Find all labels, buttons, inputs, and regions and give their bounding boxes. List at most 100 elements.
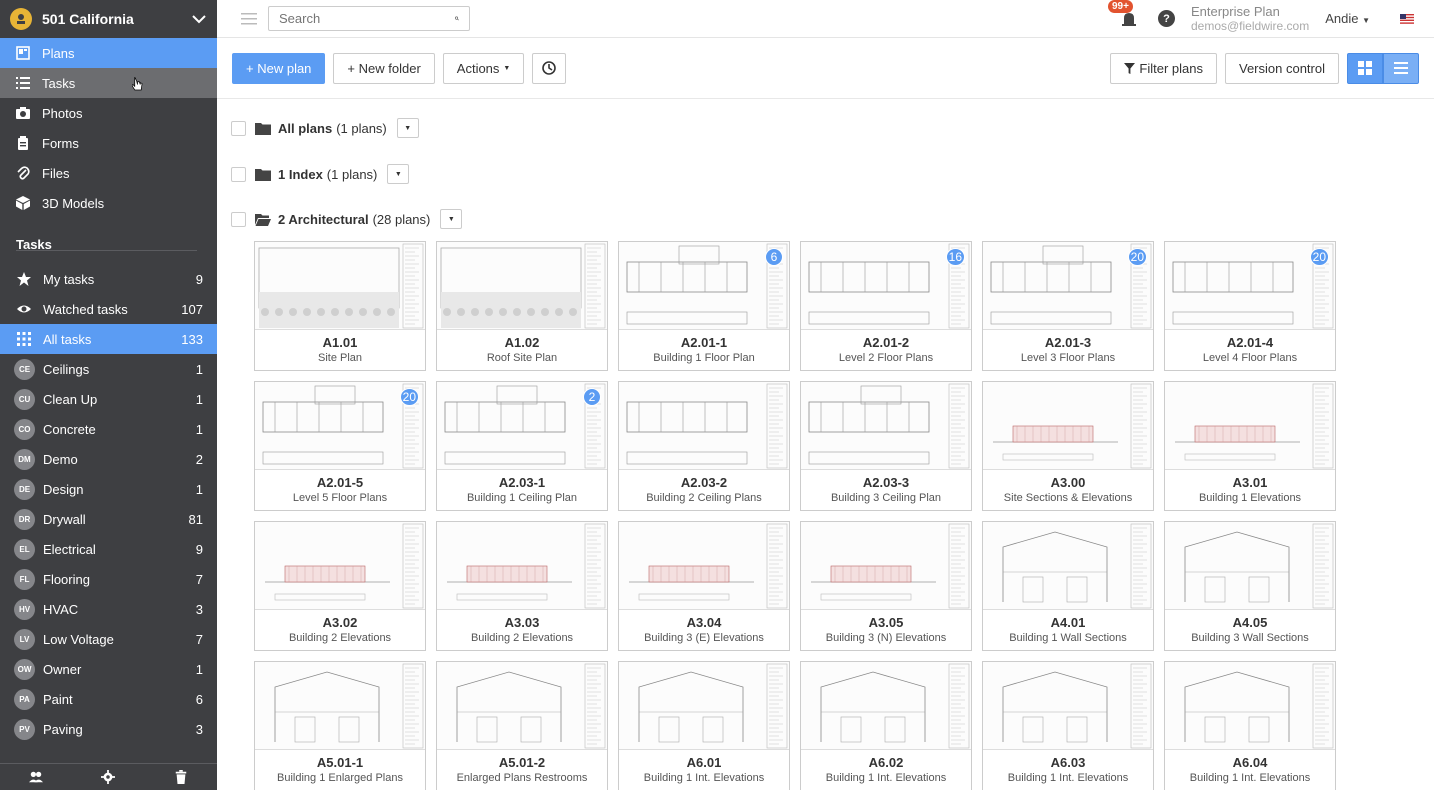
chevron-down-icon[interactable]	[191, 11, 207, 27]
plan-thumbnail[interactable]	[619, 522, 789, 610]
plan-thumbnail[interactable]	[983, 522, 1153, 610]
us-flag-icon[interactable]	[1400, 13, 1414, 24]
folder-checkbox[interactable]	[231, 120, 246, 136]
task-filter-drywall[interactable]: DR Drywall 81	[0, 504, 217, 534]
plan-card[interactable]: 16 A2.01-2 Level 2 Floor Plans	[800, 241, 972, 371]
plan-thumbnail[interactable]	[1165, 662, 1335, 750]
task-filter-design[interactable]: DE Design 1	[0, 474, 217, 504]
plan-card[interactable]: A1.01 Site Plan	[254, 241, 426, 371]
plan-card[interactable]: A3.00 Site Sections & Elevations	[982, 381, 1154, 511]
actions-dropdown[interactable]: Actions ▼	[442, 52, 525, 84]
folder-options-dropdown[interactable]: ▼	[440, 209, 463, 229]
list-view-button[interactable]	[1383, 52, 1419, 84]
user-menu[interactable]: Andie ▼	[1325, 11, 1370, 26]
version-control-button[interactable]: Version control	[1225, 52, 1339, 84]
plan-thumbnail[interactable]: 20	[983, 242, 1153, 330]
plan-card[interactable]: A3.01 Building 1 Elevations	[1164, 381, 1336, 511]
plan-thumbnail[interactable]	[255, 522, 425, 610]
grid-view-button[interactable]	[1347, 52, 1383, 84]
plan-card[interactable]: 6 A2.01-1 Building 1 Floor Plan	[618, 241, 790, 371]
plan-card[interactable]: A6.03 Building 1 Int. Elevations	[982, 661, 1154, 790]
plan-thumbnail[interactable]	[801, 382, 971, 470]
plan-thumbnail[interactable]	[437, 662, 607, 750]
plan-thumbnail[interactable]: 16	[801, 242, 971, 330]
task-filter-watched-tasks[interactable]: Watched tasks 107	[0, 294, 217, 324]
plan-thumbnail[interactable]	[801, 522, 971, 610]
folder-options-dropdown[interactable]: ▼	[387, 164, 410, 184]
users-icon[interactable]	[29, 770, 44, 784]
new-plan-button[interactable]: + New plan	[232, 52, 326, 84]
history-button[interactable]	[532, 52, 567, 84]
task-filter-ceilings[interactable]: CE Ceilings 1	[0, 354, 217, 384]
nav-item-forms[interactable]: Forms	[0, 128, 217, 158]
plan-thumbnail[interactable]	[619, 382, 789, 470]
plan-card[interactable]: A5.01-1 Building 1 Enlarged Plans	[254, 661, 426, 790]
plan-thumbnail[interactable]	[983, 662, 1153, 750]
plan-card[interactable]: A2.03-3 Building 3 Ceiling Plan	[800, 381, 972, 511]
plan-thumbnail[interactable]: 20	[1165, 242, 1335, 330]
plan-thumbnail[interactable]: 20	[255, 382, 425, 470]
plan-thumbnail[interactable]	[619, 662, 789, 750]
filter-plans-button[interactable]: Filter plans	[1110, 52, 1217, 84]
task-filter-paving[interactable]: PV Paving 3	[0, 714, 217, 744]
plan-thumbnail[interactable]	[983, 382, 1153, 470]
trash-icon[interactable]	[174, 770, 188, 784]
plan-card[interactable]: A1.02 Roof Site Plan	[436, 241, 608, 371]
task-filter-demo[interactable]: DM Demo 2	[0, 444, 217, 474]
nav-item-photos[interactable]: Photos	[0, 98, 217, 128]
search-icon[interactable]	[455, 12, 459, 25]
task-filter-my-tasks[interactable]: My tasks 9	[0, 264, 217, 294]
task-filter-electrical[interactable]: EL Electrical 9	[0, 534, 217, 564]
plan-thumbnail[interactable]	[437, 242, 607, 330]
plan-card[interactable]: A3.04 Building 3 (E) Elevations	[618, 521, 790, 651]
search-box[interactable]	[268, 6, 470, 31]
plan-thumbnail[interactable]: 6	[619, 242, 789, 330]
task-filter-paint[interactable]: PA Paint 6	[0, 684, 217, 714]
task-filter-all-tasks[interactable]: All tasks 133	[0, 324, 217, 354]
folder-row[interactable]: 1 Index (1 plans) ▼	[231, 164, 410, 184]
task-filter-flooring[interactable]: FL Flooring 7	[0, 564, 217, 594]
help-icon[interactable]: ?	[1157, 10, 1175, 27]
folder-options-dropdown[interactable]: ▼	[396, 118, 419, 138]
gear-icon[interactable]	[101, 770, 116, 784]
folder-row[interactable]: 2 Architectural (28 plans) ▼	[231, 209, 463, 229]
plan-card[interactable]: A3.03 Building 2 Elevations	[436, 521, 608, 651]
task-filter-clean-up[interactable]: CU Clean Up 1	[0, 384, 217, 414]
plan-card[interactable]: A6.02 Building 1 Int. Elevations	[800, 661, 972, 790]
plan-card[interactable]: A5.01-2 Enlarged Plans Restrooms	[436, 661, 608, 790]
plan-card[interactable]: 20 A2.01-3 Level 3 Floor Plans	[982, 241, 1154, 371]
task-filter-concrete[interactable]: CO Concrete 1	[0, 414, 217, 444]
plan-thumbnail[interactable]: 2	[437, 382, 607, 470]
plan-card[interactable]: A6.01 Building 1 Int. Elevations	[618, 661, 790, 790]
new-folder-button[interactable]: + New folder	[333, 52, 435, 84]
plan-card[interactable]: A3.05 Building 3 (N) Elevations	[800, 521, 972, 651]
plan-card[interactable]: A6.04 Building 1 Int. Elevations	[1164, 661, 1336, 790]
plan-card[interactable]: A4.01 Building 1 Wall Sections	[982, 521, 1154, 651]
plan-thumbnail[interactable]	[801, 662, 971, 750]
plan-thumbnail[interactable]	[1165, 382, 1335, 470]
nav-item-files[interactable]: Files	[0, 158, 217, 188]
plan-card[interactable]: A2.03-2 Building 2 Ceiling Plans	[618, 381, 790, 511]
plan-thumbnail[interactable]	[1165, 522, 1335, 610]
nav-item-3d-models[interactable]: 3D Models	[0, 188, 217, 218]
search-input[interactable]	[279, 11, 455, 26]
plan-thumbnail[interactable]	[437, 522, 607, 610]
task-filter-hvac[interactable]: HV HVAC 3	[0, 594, 217, 624]
hamburger-icon[interactable]	[241, 12, 257, 26]
project-switcher[interactable]: 501 California	[0, 0, 217, 38]
plan-card[interactable]: A4.05 Building 3 Wall Sections	[1164, 521, 1336, 651]
plan-card[interactable]: A3.02 Building 2 Elevations	[254, 521, 426, 651]
folder-row[interactable]: All plans (1 plans) ▼	[231, 118, 419, 138]
plan-card[interactable]: 20 A2.01-4 Level 4 Floor Plans	[1164, 241, 1336, 371]
folder-checkbox[interactable]	[231, 211, 246, 227]
folder-checkbox[interactable]	[231, 166, 246, 182]
notifications-button[interactable]: 99+	[1107, 0, 1140, 30]
nav-item-tasks[interactable]: Tasks	[0, 68, 217, 98]
task-filter-owner[interactable]: OW Owner 1	[0, 654, 217, 684]
plan-thumbnail[interactable]	[255, 242, 425, 330]
task-filter-low-voltage[interactable]: LV Low Voltage 7	[0, 624, 217, 654]
plan-thumbnail[interactable]	[255, 662, 425, 750]
nav-item-plans[interactable]: Plans	[0, 38, 217, 68]
plan-card[interactable]: 2 A2.03-1 Building 1 Ceiling Plan	[436, 381, 608, 511]
plan-card[interactable]: 20 A2.01-5 Level 5 Floor Plans	[254, 381, 426, 511]
